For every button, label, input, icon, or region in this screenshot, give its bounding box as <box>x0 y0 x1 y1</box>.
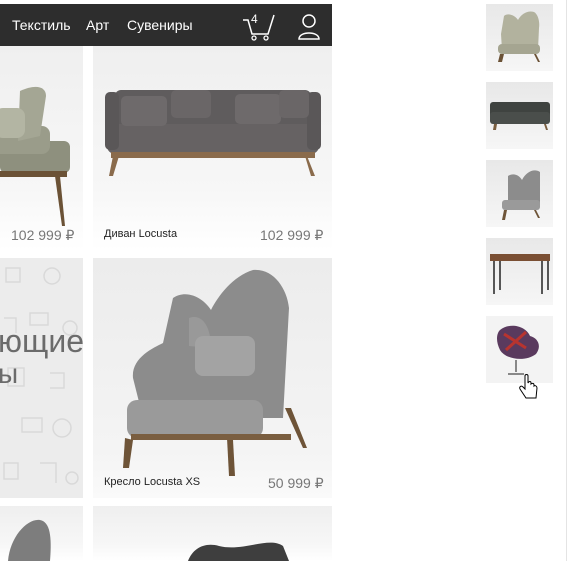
thumbnail-image <box>490 254 550 294</box>
top-navigation-bar: Текстиль Арт Сувениры 4 <box>0 4 332 46</box>
product-card[interactable]: Диван Locusta 102 999 ₽ <box>93 46 332 250</box>
nav-item-souvenirs[interactable]: Сувениры <box>127 17 193 33</box>
product-image <box>8 519 51 561</box>
hand-cursor-icon <box>519 374 538 399</box>
product-card[interactable] <box>0 506 83 561</box>
account-button[interactable] <box>297 12 321 40</box>
thumbnail-sofa[interactable] <box>486 82 553 149</box>
nav-item-textile[interactable]: Текстиль <box>12 17 71 33</box>
product-price: 102 999 ₽ <box>260 227 324 243</box>
nav-item-art[interactable]: Арт <box>86 17 109 33</box>
thumbnail-image <box>490 102 550 130</box>
thumbnail-image <box>498 11 540 62</box>
product-price: 50 999 ₽ <box>268 475 324 491</box>
thumbnail-swan-chair[interactable] <box>486 316 553 383</box>
thumbnail-chair[interactable] <box>486 160 553 227</box>
product-image <box>188 542 289 561</box>
thumbnail-image <box>502 170 540 220</box>
thumbnail-image <box>497 325 539 375</box>
product-image <box>123 269 307 476</box>
cart-count-badge: 4 <box>251 12 258 26</box>
thumbnail-armchair[interactable] <box>486 4 553 71</box>
promo-title-line1: ющие <box>0 323 84 359</box>
promo-title-line2: ы <box>0 358 19 389</box>
cart-button[interactable]: 4 <box>242 12 278 42</box>
product-card[interactable]: 102 999 ₽ <box>0 46 83 250</box>
user-icon <box>298 14 320 40</box>
product-name: Кресло Locusta XS <box>104 476 201 488</box>
product-price: 102 999 ₽ <box>11 227 75 243</box>
thumbnail-console-table[interactable] <box>486 238 553 305</box>
cart-icon <box>243 14 275 41</box>
product-card[interactable] <box>93 506 332 561</box>
product-image <box>105 90 321 176</box>
product-name: Диван Locusta <box>104 228 178 240</box>
product-image <box>0 86 70 226</box>
page-edge-divider <box>566 0 567 561</box>
product-card[interactable]: Кресло Locusta XS 50 999 ₽ <box>93 258 332 498</box>
